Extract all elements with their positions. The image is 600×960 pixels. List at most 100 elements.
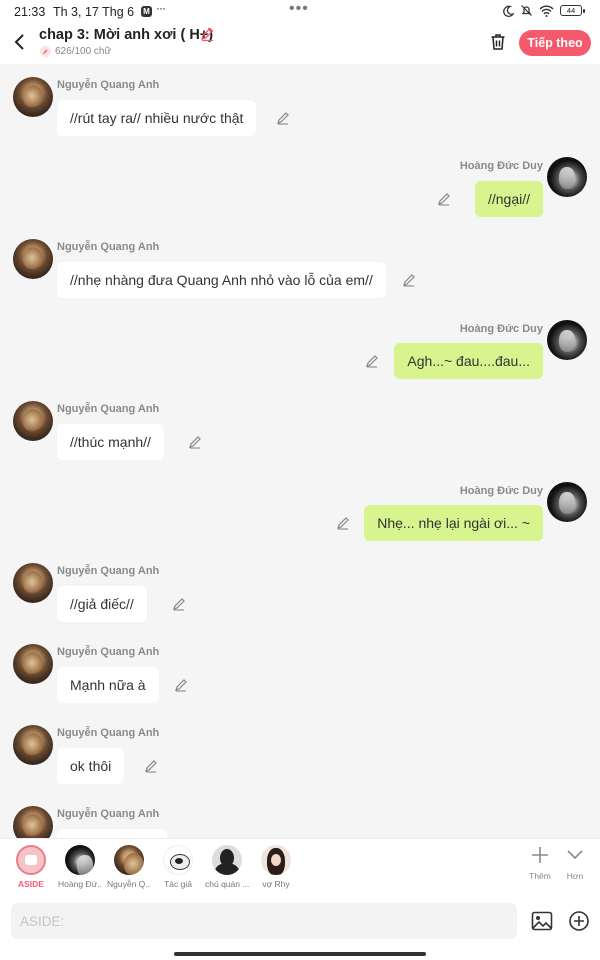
message-bubble[interactable]: Mạnh nữa à (57, 667, 159, 703)
message-bubble[interactable]: //thúc mạnh// (57, 424, 164, 460)
author-name: Hoàng Đức Duy (459, 485, 543, 497)
app-notification-icon: M (141, 6, 152, 17)
character-tac-gia[interactable]: Tác giả (156, 845, 200, 889)
avatar[interactable] (13, 725, 53, 765)
message-item: Hoàng Đức Duy Nhẹ... nhẹ lại ngài ơi... … (0, 469, 600, 550)
avatar[interactable] (13, 77, 53, 117)
message-item: Nguyễn Quang Anh Mạnh nữa à (0, 631, 600, 712)
edit-message-icon[interactable] (335, 515, 351, 531)
trash-icon[interactable] (488, 32, 508, 52)
author-name: Nguyễn Quang Anh (57, 808, 160, 820)
bell-off-icon (521, 5, 532, 16)
avatar (212, 845, 242, 875)
avatar[interactable] (13, 806, 53, 838)
character-label: chú quán ... (205, 879, 249, 889)
avatar[interactable] (547, 320, 587, 360)
battery-icon: 44 (560, 5, 585, 16)
chapter-title: chap 3: Mời anh xơi ( H+) (39, 27, 214, 43)
multitask-handle[interactable]: ••• (289, 0, 309, 18)
pencil-icon (40, 46, 51, 57)
author-name: Hoàng Đức Duy (459, 323, 543, 335)
word-count: 626/100 chữ (55, 46, 112, 57)
message-item: Nguyễn Quang Anh //giả điếc// (0, 550, 600, 631)
message-item: Nguyễn Quang Anh (0, 793, 600, 838)
edit-message-icon[interactable] (143, 758, 159, 774)
character-label: Tác giả (164, 879, 192, 889)
message-bubble[interactable] (57, 829, 167, 838)
add-circle-icon[interactable] (568, 910, 590, 932)
status-icons: 44 (502, 4, 585, 17)
image-icon[interactable] (531, 911, 553, 931)
message-input[interactable] (11, 903, 517, 939)
author-name: Hoàng Đức Duy (459, 160, 543, 172)
message-bubble[interactable]: //nhẹ nhàng đưa Quang Anh nhỏ vào lỗ của… (57, 262, 386, 298)
message-item: Hoàng Đức Duy //ngại// (0, 144, 600, 226)
message-item: Nguyễn Quang Anh //rút tay ra// nhiều nư… (0, 64, 600, 144)
message-bubble[interactable]: ok thôi (57, 748, 125, 784)
author-name: Nguyễn Quang Anh (57, 79, 160, 91)
edit-message-icon[interactable] (171, 596, 187, 612)
author-name: Nguyễn Quang Anh (57, 565, 160, 577)
author-name: Nguyễn Quang Anh (57, 646, 160, 658)
avatar[interactable] (13, 563, 53, 603)
edit-message-icon[interactable] (275, 110, 291, 126)
character-label: Hoàng Đứ... (58, 879, 102, 889)
status-date: Th 3, 17 Thg 6 (53, 5, 135, 19)
message-bubble[interactable]: //giả điếc// (57, 586, 147, 622)
edit-message-icon[interactable] (173, 677, 189, 693)
more-label: Hơn (566, 871, 584, 881)
author-name: Nguyễn Quang Anh (57, 727, 160, 739)
message-bubble[interactable]: //rút tay ra// nhiều nước thật (57, 100, 257, 136)
word-count-row: 626/100 chữ (40, 46, 111, 57)
author-avatar (163, 845, 193, 875)
edit-title-icon[interactable] (199, 26, 215, 42)
status-bar: 21:33 Th 3, 17 Thg 6 M ··· ••• 44 (0, 0, 600, 24)
wifi-icon (539, 5, 554, 17)
edit-message-icon[interactable] (187, 434, 203, 450)
composer: ASIDE Hoàng Đứ... Nguyễn Q... Tác giả ch… (0, 838, 600, 960)
input-row (0, 897, 600, 945)
message-bubble[interactable]: Agh...~ đau....đau... (394, 343, 543, 379)
author-name: Nguyễn Quang Anh (57, 403, 160, 415)
next-button[interactable]: Tiếp theo (519, 30, 591, 56)
character-selector: ASIDE Hoàng Đứ... Nguyễn Q... Tác giả ch… (0, 839, 600, 895)
status-time: 21:33 (14, 5, 46, 19)
edit-message-icon[interactable] (364, 353, 380, 369)
home-indicator[interactable] (174, 952, 426, 956)
chevron-down-icon (567, 850, 583, 860)
back-arrow-icon[interactable] (10, 32, 30, 52)
avatar[interactable] (13, 644, 53, 684)
avatar (261, 845, 291, 875)
aside-icon (16, 845, 46, 875)
character-chu-quan[interactable]: chú quán ... (205, 845, 249, 889)
more-characters-button[interactable]: Hơn (560, 845, 590, 881)
message-item: Nguyễn Quang Anh ok thôi (0, 712, 600, 793)
more-notifications-icon: ··· (156, 1, 166, 15)
add-character-button[interactable]: Thêm (525, 845, 555, 881)
add-label: Thêm (529, 871, 551, 881)
character-label: vợ Rhy (262, 879, 290, 889)
chat-area[interactable]: Nguyễn Quang Anh //rút tay ra// nhiều nư… (0, 64, 600, 838)
author-name: Nguyễn Quang Anh (57, 241, 160, 253)
character-nguyen-quang-anh[interactable]: Nguyễn Q... (107, 845, 151, 889)
plus-icon (532, 847, 548, 863)
edit-message-icon[interactable] (401, 272, 417, 288)
character-label: ASIDE (18, 879, 44, 889)
message-bubble[interactable]: //ngại// (474, 181, 543, 217)
chapter-header: chap 3: Mời anh xơi ( H+) 626/100 chữ Ti… (0, 24, 600, 64)
character-hoang-duc-duy[interactable]: Hoàng Đứ... (58, 845, 102, 889)
message-item: Nguyễn Quang Anh //thúc mạnh// (0, 388, 600, 469)
message-bubble[interactable]: Nhẹ... nhẹ lại ngài ơi... ~ (364, 505, 543, 541)
character-aside[interactable]: ASIDE (9, 845, 53, 889)
avatar[interactable] (547, 157, 587, 197)
avatar[interactable] (13, 401, 53, 441)
avatar[interactable] (13, 239, 53, 279)
message-item: Hoàng Đức Duy Agh...~ đau....đau... (0, 307, 600, 388)
message-item: Nguyễn Quang Anh //nhẹ nhàng đưa Quang A… (0, 226, 600, 307)
moon-icon (503, 5, 514, 17)
character-label: Nguyễn Q... (107, 879, 151, 889)
character-vo-rhy[interactable]: vợ Rhy (254, 845, 298, 889)
avatar[interactable] (547, 482, 587, 522)
avatar (114, 845, 144, 875)
edit-message-icon[interactable] (436, 191, 452, 207)
